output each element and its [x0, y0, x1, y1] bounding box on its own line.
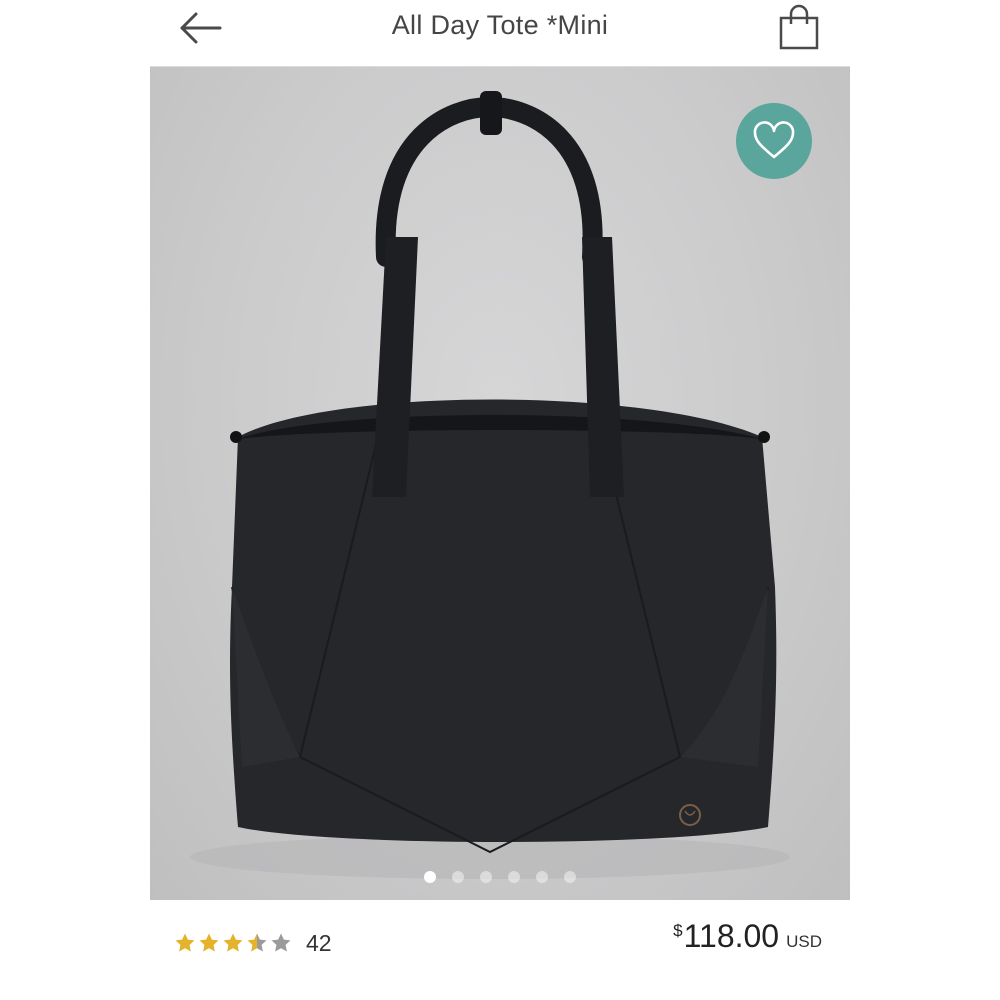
price-currency-symbol: $ [673, 921, 683, 940]
top-bar: All Day Tote *Mini [150, 0, 850, 67]
price-amount: 118.00 [683, 918, 780, 954]
star-icon [247, 933, 267, 952]
product-photo [190, 91, 790, 879]
star-icon [271, 933, 291, 952]
carousel-dot-5[interactable] [536, 871, 548, 883]
review-count: 42 [306, 929, 332, 956]
rating-stars [174, 932, 292, 954]
star-icon [175, 933, 195, 952]
shopping-bag-button[interactable] [776, 2, 822, 52]
product-rating[interactable]: 42 [174, 928, 332, 958]
carousel-pagination [150, 871, 850, 887]
favorite-button[interactable] [736, 103, 812, 179]
carousel-dot-6[interactable] [564, 871, 576, 883]
carousel-dot-3[interactable] [480, 871, 492, 883]
carousel-dot-4[interactable] [508, 871, 520, 883]
shopping-bag-icon [779, 4, 819, 50]
product-price: $ 118.00 USD [673, 918, 822, 955]
back-button[interactable] [174, 6, 230, 50]
price-currency-code: USD [786, 932, 822, 951]
star-icon [199, 933, 219, 952]
heart-icon [753, 121, 795, 159]
carousel-dot-1[interactable] [424, 871, 436, 883]
app-frame: All Day Tote *Mini 42 $ 118.00 USD [150, 0, 850, 1000]
product-image-carousel[interactable] [150, 67, 850, 900]
page-title: All Day Tote *Mini [391, 10, 609, 40]
arrow-left-icon [180, 12, 222, 44]
star-icon [223, 933, 243, 952]
carousel-dot-2[interactable] [452, 871, 464, 883]
